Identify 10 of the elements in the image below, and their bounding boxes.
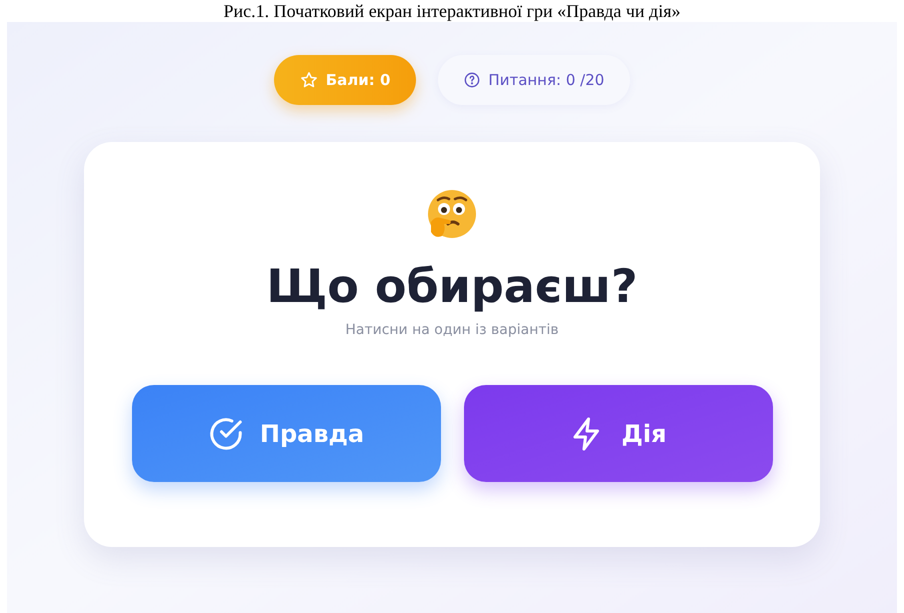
card-title: Що обираєш? <box>266 258 638 314</box>
badge-label: Питання: 0 /20 <box>488 70 604 91</box>
card-subtitle: Натисни на один із варіантів <box>345 321 559 340</box>
badge-label: Бали: 0 <box>326 70 390 91</box>
help-icon <box>464 72 480 88</box>
check-circle-icon <box>208 416 244 452</box>
star-icon <box>300 71 318 89</box>
dare-button[interactable]: Дія <box>464 385 772 482</box>
truth-button[interactable]: Правда <box>132 385 440 482</box>
figure-caption: Рис.1. Початковий екран інтерактивної гри «Правда чи дія» <box>222 0 682 22</box>
